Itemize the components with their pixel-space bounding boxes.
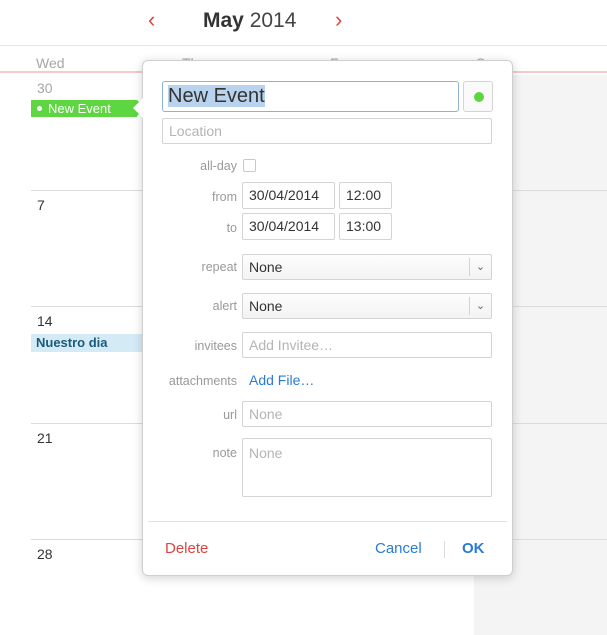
to-time-input[interactable]: 13:00 — [339, 213, 392, 240]
invitees-label: invitees — [194, 339, 237, 353]
repeat-label: repeat — [201, 260, 237, 274]
chevron-down-icon: ⌄ — [469, 258, 491, 276]
event-title-selection: New Event — [168, 85, 265, 107]
ok-button[interactable]: OK — [462, 540, 485, 557]
date-label[interactable]: 28 — [37, 546, 53, 562]
day-header-wed: Wed — [36, 55, 65, 71]
alert-select[interactable]: None ⌄ — [242, 293, 492, 319]
month-title: May 2014 — [203, 9, 296, 33]
chevron-down-icon: ⌄ — [469, 297, 491, 315]
to-label: to — [226, 221, 237, 235]
footer-separator — [148, 521, 507, 522]
chevron-right-icon[interactable]: › — [335, 8, 342, 32]
week-divider-gap — [0, 306, 31, 307]
year: 2014 — [249, 9, 297, 32]
all-day-checkbox[interactable] — [243, 159, 256, 172]
delete-button[interactable]: Delete — [165, 540, 208, 557]
month-name: May — [203, 9, 244, 32]
from-time-input[interactable]: 12:00 — [339, 182, 392, 209]
date-label[interactable]: 21 — [37, 430, 53, 446]
all-day-label: all-day — [200, 159, 237, 173]
popover-arrow — [133, 98, 143, 118]
event-title-input[interactable]: New Event — [162, 81, 459, 112]
week-divider-gap — [0, 539, 31, 540]
button-divider — [444, 541, 445, 558]
date-label[interactable]: 7 — [37, 197, 45, 213]
event-nuestro-dia[interactable]: Nuestro dia — [31, 334, 146, 352]
url-input[interactable]: None — [242, 401, 492, 427]
repeat-value: None — [249, 259, 283, 275]
from-date-input[interactable]: 30/04/2014 — [242, 182, 335, 209]
location-input[interactable]: Location — [162, 118, 492, 144]
date-label[interactable]: 14 — [37, 313, 53, 329]
alert-label: alert — [212, 299, 237, 313]
date-label[interactable]: 30 — [37, 80, 53, 96]
to-date-input[interactable]: 30/04/2014 — [242, 213, 335, 240]
note-textarea[interactable]: None — [242, 438, 492, 497]
chevron-left-icon[interactable]: ‹ — [148, 8, 155, 32]
week-divider-gap — [0, 423, 31, 424]
invitees-input[interactable]: Add Invitee… — [242, 332, 492, 358]
cancel-button[interactable]: Cancel — [375, 540, 422, 557]
attachments-label: attachments — [168, 374, 237, 388]
add-file-link[interactable]: Add File… — [249, 372, 314, 388]
url-label: url — [223, 408, 237, 422]
from-label: from — [212, 190, 237, 204]
event-new-event[interactable]: New Event — [31, 100, 145, 117]
week-divider-gap — [0, 190, 31, 191]
calendar-color-button[interactable] — [463, 81, 493, 112]
color-dot-icon — [474, 92, 484, 102]
note-label: note — [212, 446, 237, 460]
calendar-header: ‹ May 2014 › — [0, 0, 607, 46]
alert-value: None — [249, 298, 283, 314]
repeat-select[interactable]: None ⌄ — [242, 254, 492, 280]
